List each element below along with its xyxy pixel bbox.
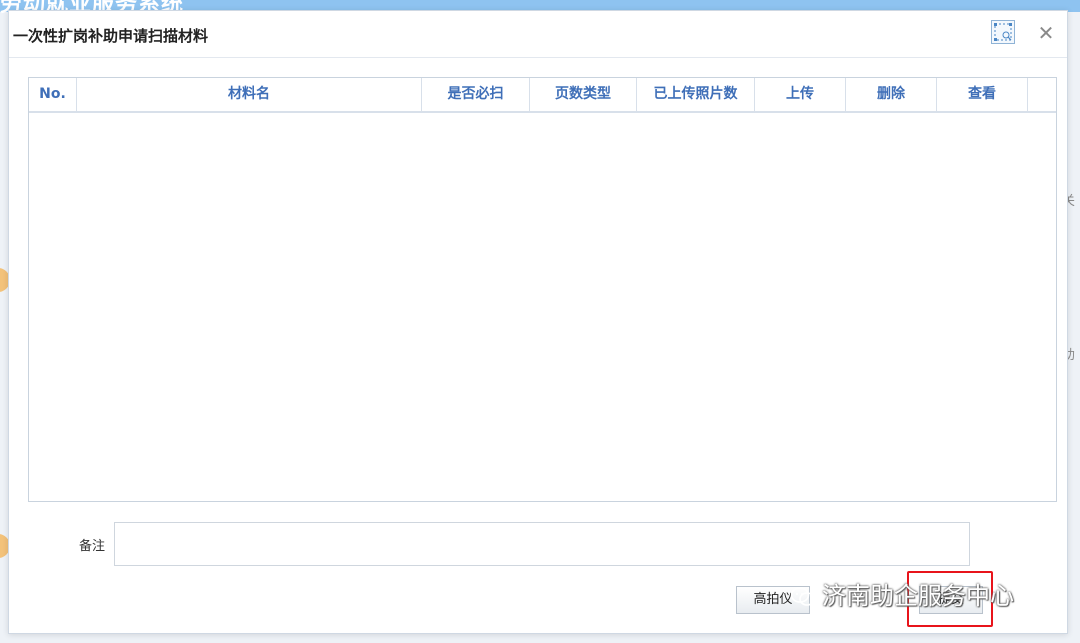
column-header-required: 是否必扫	[422, 78, 530, 111]
dialog-title: 一次性扩岗补助申请扫描材料	[13, 27, 209, 45]
highlight-annotation-box	[907, 571, 993, 627]
scanner-button[interactable]: 高拍仪	[736, 586, 810, 614]
materials-table: No. 材料名 是否必扫 页数类型 已上传照片数 上传 删除 查看	[28, 77, 1057, 502]
column-header-delete: 删除	[846, 78, 937, 111]
table-body	[29, 113, 1056, 501]
close-icon[interactable]: ✕	[1035, 22, 1057, 44]
column-header-upload: 上传	[755, 78, 846, 111]
remark-label: 备注	[79, 539, 106, 554]
column-header-uploaded-count: 已上传照片数	[637, 78, 755, 111]
maximize-icon	[994, 23, 1012, 41]
remark-input[interactable]	[114, 522, 970, 566]
dialog-header: 一次性扩岗补助申请扫描材料 ✕	[9, 11, 1067, 58]
scan-materials-dialog: 一次性扩岗补助申请扫描材料 ✕ No. 材料名 是否必扫 页数类型 已上传照片数…	[8, 10, 1068, 634]
column-header-no: No.	[29, 78, 77, 111]
maximize-button[interactable]	[991, 20, 1015, 44]
column-header-view: 查看	[937, 78, 1028, 111]
column-header-page-type: 页数类型	[530, 78, 637, 111]
table-header-row: No. 材料名 是否必扫 页数类型 已上传照片数 上传 删除 查看	[29, 78, 1056, 113]
column-header-material-name: 材料名	[77, 78, 422, 111]
